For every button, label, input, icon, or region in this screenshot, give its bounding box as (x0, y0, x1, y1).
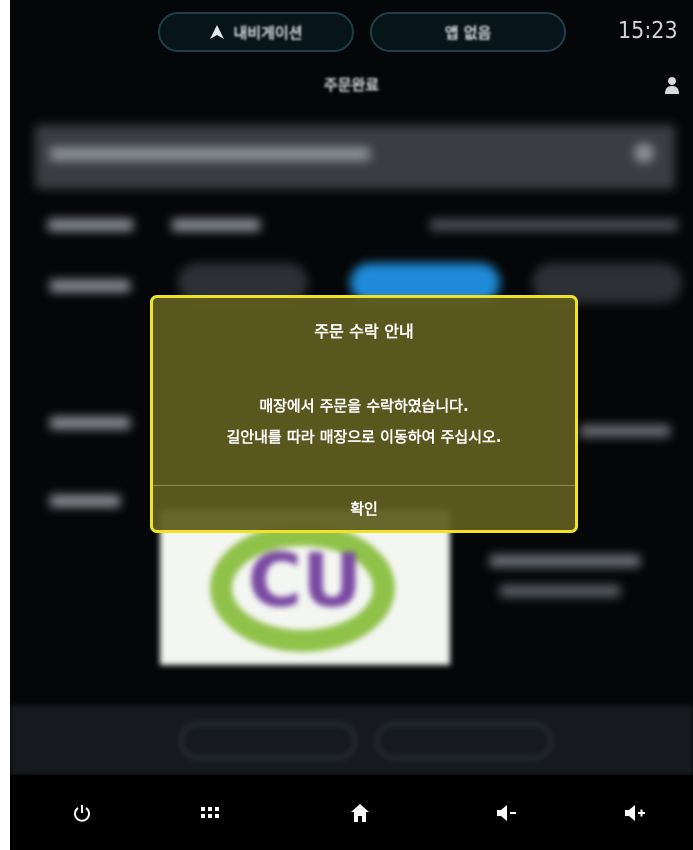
apps-button[interactable] (188, 795, 232, 831)
volume-up-icon (625, 805, 645, 821)
clock: 15:23 (618, 18, 678, 44)
app-shortcut-button[interactable]: 앱 없음 (370, 12, 566, 52)
user-icon[interactable] (664, 76, 680, 94)
detail-row-label (48, 219, 133, 231)
apps-grid-icon (201, 807, 219, 818)
store-info-text (490, 555, 640, 567)
order-accepted-dialog: 주문 수락 안내 매장에서 주문을 수락하였습니다. 길안내를 따라 매장으로 … (150, 295, 578, 533)
navigation-arrow-icon (210, 25, 225, 39)
detail-row-label (50, 417, 130, 429)
search-bar-text (50, 147, 370, 161)
volume-up-button[interactable] (613, 795, 657, 831)
search-icon (634, 143, 654, 163)
power-icon (74, 805, 90, 822)
background-action-button (376, 723, 552, 759)
app-shortcut-label: 앱 없음 (444, 23, 492, 42)
dialog-title: 주문 수락 안내 (314, 322, 414, 341)
confirm-button[interactable]: 확인 (153, 486, 575, 530)
logo-text: CU (247, 538, 363, 624)
dialog-message-line-2: 길안내를 따라 매장으로 이동하여 주십시오. (226, 428, 502, 446)
page-title: 주문완료 (323, 76, 380, 94)
home-button[interactable] (338, 795, 382, 831)
volume-down-icon (497, 805, 516, 821)
dialog-message-line-1: 매장에서 주문을 수락하였습니다. (259, 397, 469, 415)
bottom-nav-bar (10, 775, 693, 850)
volume-down-button[interactable] (485, 795, 529, 831)
home-icon (351, 804, 369, 822)
detail-row-value (172, 219, 260, 231)
detail-row-extra (430, 219, 678, 231)
navigation-shortcut-label: 내비게이션 (233, 23, 303, 42)
detail-row-label (50, 280, 130, 292)
head-unit-screen: 내비게이션 앱 없음 15:23 주문완료 CU 주문 수락 안내 매장에서 주… (10, 0, 693, 850)
detail-row-label (50, 495, 120, 507)
navigation-shortcut-button[interactable]: 내비게이션 (158, 12, 354, 52)
store-info-text (500, 585, 620, 597)
power-button[interactable] (60, 795, 104, 831)
detail-row-value (580, 425, 670, 437)
store-brand-logo: CU (160, 510, 450, 665)
background-action-button (180, 723, 356, 759)
